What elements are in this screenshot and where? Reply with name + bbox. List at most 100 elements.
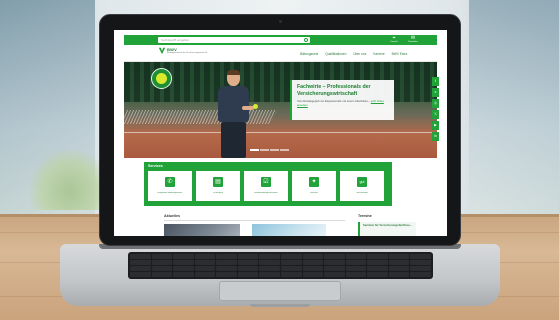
service-tile-gut-beraten[interactable]: gut Gut beraten [340,171,384,201]
tile-label: Prüfungen [212,192,224,194]
keyboard-key [259,260,280,265]
instagram-icon[interactable]: ◎ [432,99,439,108]
newsletter-link[interactable]: ✉ Newsletter [405,36,421,45]
phone-icon: ✆ [165,177,175,187]
tennis-badge-icon [151,68,172,89]
keyboard-key [216,272,237,277]
search-icon[interactable] [304,38,308,42]
news-divider [164,220,345,221]
keyboard-key [280,254,302,259]
document-icon: ▤ [213,177,223,187]
service-tile-bildungswerke[interactable]: ✆ Regionale Bildungswerke [148,171,192,201]
nav-item-karriere[interactable]: Karriere [373,52,384,56]
tennis-ball [253,104,258,109]
keyboard-key [345,272,367,277]
keyboard-key [130,272,151,277]
logo-subtitle: Bildungsverband der Versicherungswirtsch… [167,52,208,54]
keyboard-key [367,260,388,265]
keyboard-key [194,254,216,259]
xing-icon[interactable]: x [432,88,439,97]
hero-slider-dots [250,149,289,151]
keyboard-key [194,266,216,271]
keyboard-key [151,254,173,259]
contact-label: Kontakt [390,41,398,43]
youtube-icon[interactable]: ▶ [432,121,439,130]
keyboard-key [216,254,237,259]
laptop-screen: Suchbegriff eingeben ⌖ Kontakt ✉ Newslet… [114,30,447,236]
webcam [279,20,282,23]
trackpad [219,281,341,301]
news-image[interactable] [164,224,240,236]
keyboard-key [173,254,194,259]
social-rail: f x ◎ 𝕏 ▶ in [432,77,439,143]
keyboard-key [280,266,302,271]
keyboard [128,252,433,279]
hero-person [214,70,254,158]
nav-item-qualifikationen[interactable]: Qualifikationen [325,52,346,56]
service-tile-karriere[interactable]: ✦ Karriere [292,171,336,201]
nav-item-ueber-uns[interactable]: Über uns [353,52,366,56]
plant [30,150,110,210]
slider-dot[interactable] [250,149,259,151]
keyboard-key [259,266,280,271]
search-input[interactable]: Suchbegriff eingeben [158,37,310,43]
x-icon[interactable]: 𝕏 [432,110,439,119]
keyboard-key [216,260,237,265]
main-nav: Bildungsnetz Qualifikationen Über uns Ka… [300,52,407,56]
keyboard-key [302,272,324,277]
keyboard-key [151,266,173,271]
news-image[interactable] [252,224,326,236]
keyboard-key [410,260,431,265]
keyboard-key [410,266,431,271]
laptop-lid: Suchbegriff eingeben ⌖ Kontakt ✉ Newslet… [99,14,461,246]
slider-dot[interactable] [280,149,289,151]
keyboard-key [280,272,302,277]
keyboard-key [173,266,194,271]
keyboard-key [194,260,216,265]
keyboard-key [324,266,345,271]
hero-banner: Fachwirte – Professionals der Versicheru… [124,62,437,158]
window-right [469,0,559,215]
checklist-icon: ☑ [261,177,271,187]
slider-dot[interactable] [260,149,269,151]
website-topbar: Suchbegriff eingeben ⌖ Kontakt ✉ Newslet… [124,35,437,45]
keyboard-key [388,272,410,277]
services-label: Services [148,164,163,168]
tile-label: Karriere [310,192,318,194]
linkedin-icon[interactable]: in [432,132,439,141]
services-tiles: ✆ Regionale Bildungswerke ▤ Prüfungen ☑ … [148,171,384,201]
nav-item-bwv-extra[interactable]: BWV Extra [392,52,408,56]
keyboard-key [259,272,280,277]
seminar-card[interactable]: Seminar für Versicherungsfachfrau... [358,222,416,236]
service-tile-weiterbildung[interactable]: ☑ Weiterbildungsnachweis [244,171,288,201]
keyboard-key [237,272,259,277]
keyboard-key [130,266,151,271]
keyboard-key [410,272,431,277]
keyboard-key [302,260,324,265]
keyboard-key [324,254,345,259]
keyboard-key [151,260,173,265]
bwv-logo-icon[interactable] [158,47,166,55]
keyboard-key [367,272,388,277]
keyboard-key [130,254,151,259]
facebook-icon[interactable]: f [432,77,439,86]
service-tile-pruefungen[interactable]: ▤ Prüfungen [196,171,240,201]
website-header: BWV Bildungsverband der Versicherungswir… [124,45,437,62]
nav-item-bildungsnetz[interactable]: Bildungsnetz [300,52,318,56]
hero-text: Vom Einsteigerjob zur Expertenrolle mit … [297,99,389,108]
news-heading: Aktuelles [164,214,180,218]
keyboard-key [324,260,345,265]
contact-link[interactable]: ⌖ Kontakt [386,36,402,45]
tile-label: Regionale Bildungswerke [157,192,183,194]
keyboard-key [151,272,173,277]
keyboard-key [302,254,324,259]
seminar-text: Seminar für Versicherungsfachfrau... [363,223,412,227]
keyboard-key [345,260,367,265]
keyboard-key [237,260,259,265]
keyboard-key [388,260,410,265]
keyboard-key [173,260,194,265]
keyboard-key [237,254,259,259]
keyboard-key [388,254,410,259]
services-panel: Services ✆ Regionale Bildungswerke ▤ Prü… [144,162,392,206]
slider-dot[interactable] [270,149,279,151]
